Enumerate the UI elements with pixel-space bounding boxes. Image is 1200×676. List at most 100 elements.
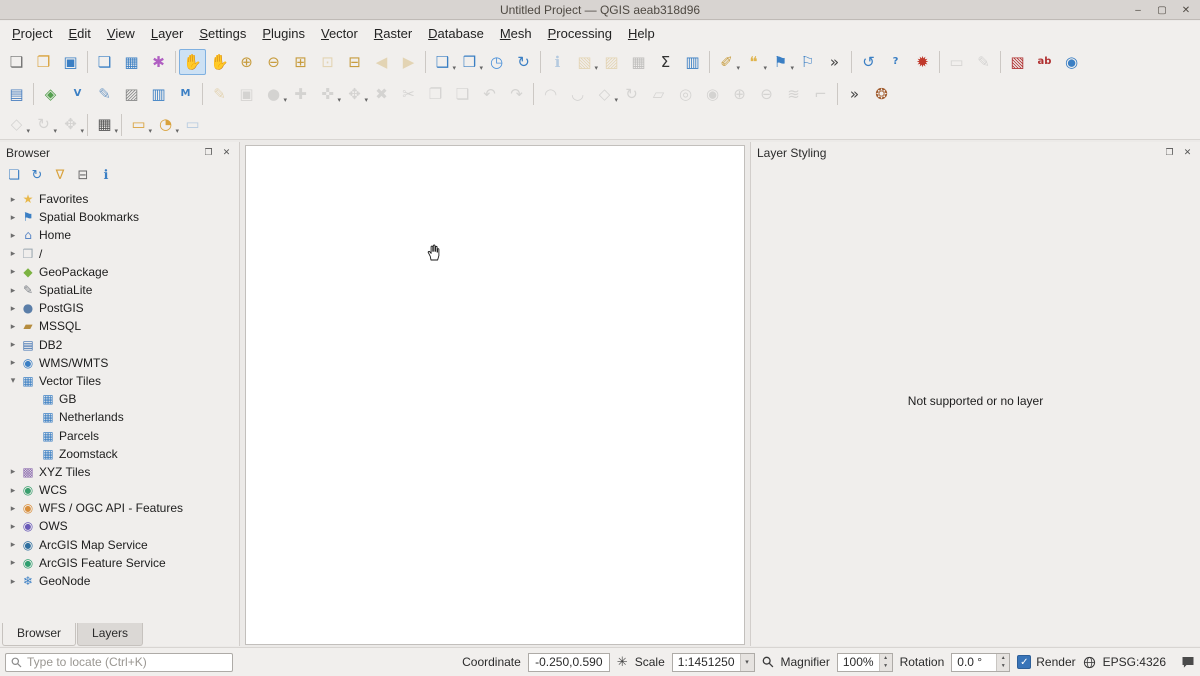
- tree-item-wms-wmts[interactable]: ▸◉WMS/WMTS: [0, 354, 239, 372]
- new-virtual-layer-button[interactable]: ▥: [145, 81, 172, 107]
- new-print-layout-button[interactable]: ❏: [91, 49, 118, 75]
- delete-part-button[interactable]: ⊖: [753, 81, 780, 107]
- zoom-full-button[interactable]: ⊞: [287, 49, 314, 75]
- layer-labeling-options-button[interactable]: ▭▾: [125, 112, 152, 138]
- render-toggle[interactable]: ✓ Render: [1017, 655, 1075, 669]
- vertex-tool-button[interactable]: ✜▾: [314, 81, 341, 107]
- tree-item-geonode[interactable]: ▸❄GeoNode: [0, 572, 239, 590]
- crs-value[interactable]: EPSG:4326: [1103, 655, 1166, 669]
- tree-item-vector-tiles[interactable]: ▾▦Vector Tiles: [0, 372, 239, 390]
- zoom-in-button[interactable]: ⊕: [233, 49, 260, 75]
- tree-item-spatial-bookmarks[interactable]: ▸⚑Spatial Bookmarks: [0, 208, 239, 226]
- annotation-tools-button[interactable]: ▭: [943, 49, 970, 75]
- move-feature-button[interactable]: ✥▾: [341, 81, 368, 107]
- help-contents-button[interactable]: ?: [882, 49, 909, 75]
- show-spatial-bookmarks-button[interactable]: ⚐: [794, 49, 821, 75]
- cut-features-button[interactable]: ✂: [395, 81, 422, 107]
- pan-map-button[interactable]: ✋: [179, 49, 206, 75]
- rotate-point-symbols-button[interactable]: ↻▾: [30, 112, 57, 138]
- expander-collapsed-icon[interactable]: ▸: [6, 248, 20, 259]
- expander-collapsed-icon[interactable]: ▸: [6, 212, 20, 223]
- measure-button[interactable]: ✐▾: [713, 49, 740, 75]
- float-panel-icon[interactable]: ❐: [202, 146, 215, 159]
- minimize-button[interactable]: –: [1132, 5, 1144, 16]
- tree-item-spatialite[interactable]: ▸✎SpatiaLite: [0, 281, 239, 299]
- zoom-next-button[interactable]: ▶: [395, 49, 422, 75]
- rotate-feature-button[interactable]: ↻: [618, 81, 645, 107]
- expander-collapsed-icon[interactable]: ▸: [6, 539, 20, 550]
- expander-collapsed-icon[interactable]: ▸: [6, 194, 20, 205]
- statistical-summary-button[interactable]: ▥: [679, 49, 706, 75]
- expander-collapsed-icon[interactable]: ▸: [6, 266, 20, 277]
- render-checkbox[interactable]: ✓: [1017, 655, 1031, 669]
- undo-button[interactable]: ↶: [476, 81, 503, 107]
- tree-item-netherlands[interactable]: ▦Netherlands: [0, 408, 239, 426]
- tree-item-[interactable]: ▸❒/: [0, 245, 239, 263]
- zoom-out-button[interactable]: ⊖: [260, 49, 287, 75]
- tree-item-xyz-tiles[interactable]: ▸▩XYZ Tiles: [0, 463, 239, 481]
- panel-tab-layers[interactable]: Layers: [77, 623, 143, 646]
- menu-item-mesh[interactable]: Mesh: [492, 23, 540, 44]
- pin-unpin-labels-button[interactable]: ▭: [179, 112, 206, 138]
- simplify-feature-button[interactable]: ▱: [645, 81, 672, 107]
- add-ring-button[interactable]: ◎: [672, 81, 699, 107]
- expander-collapsed-icon[interactable]: ▸: [6, 230, 20, 241]
- expander-collapsed-icon[interactable]: ▸: [6, 466, 20, 477]
- raster-tools-button[interactable]: ▦▾: [91, 112, 118, 138]
- new-map-view-button[interactable]: ❑▾: [429, 49, 456, 75]
- open-project-button[interactable]: ❐: [30, 49, 57, 75]
- toggle-editing-button[interactable]: ✎: [206, 81, 233, 107]
- coordinate-input[interactable]: [528, 653, 610, 672]
- expander-collapsed-icon[interactable]: ▸: [6, 557, 20, 568]
- topology-checker-button[interactable]: ▧: [1004, 49, 1031, 75]
- expander-collapsed-icon[interactable]: ▸: [6, 339, 20, 350]
- new-mesh-layer-button[interactable]: M: [172, 81, 199, 107]
- open-data-source-manager-button[interactable]: ▤: [3, 81, 30, 107]
- messages-icon[interactable]: [1181, 656, 1195, 669]
- menu-item-vector[interactable]: Vector: [313, 23, 366, 44]
- expander-collapsed-icon[interactable]: ▸: [6, 576, 20, 587]
- zoom-to-selection-button[interactable]: ⊡: [314, 49, 341, 75]
- copy-style-button[interactable]: ◇▾: [3, 112, 30, 138]
- tree-item-favorites[interactable]: ▸★Favorites: [0, 190, 239, 208]
- new-3d-map-view-button[interactable]: ❒▾: [456, 49, 483, 75]
- map-tips-button[interactable]: ❝▾: [740, 49, 767, 75]
- show-layout-manager-button[interactable]: ▦: [118, 49, 145, 75]
- tree-item-postgis[interactable]: ▸●PostGIS: [0, 299, 239, 317]
- locator-bar[interactable]: [5, 653, 233, 672]
- copy-features-button[interactable]: ❐: [422, 81, 449, 107]
- zoom-to-layer-button[interactable]: ⊟: [341, 49, 368, 75]
- offset-curve-button[interactable]: ≋: [780, 81, 807, 107]
- add-feature-button[interactable]: ✚: [287, 81, 314, 107]
- report-bug-button[interactable]: ✹: [909, 49, 936, 75]
- fill-ring-button[interactable]: ◉: [699, 81, 726, 107]
- close-button[interactable]: ✕: [1180, 5, 1192, 16]
- open-attribute-table-button[interactable]: ▦: [625, 49, 652, 75]
- new-shapefile-layer-button[interactable]: V: [64, 81, 91, 107]
- locator-input[interactable]: [27, 655, 227, 669]
- tree-item-db2[interactable]: ▸▤DB2: [0, 336, 239, 354]
- tree-item-arcgis-map-service[interactable]: ▸◉ArcGIS Map Service: [0, 536, 239, 554]
- chevron-down-icon[interactable]: ▾: [740, 654, 754, 671]
- expander-collapsed-icon[interactable]: ▸: [6, 321, 20, 332]
- layer-diagram-options-button[interactable]: ◔▾: [152, 112, 179, 138]
- metasearch-button[interactable]: ◉: [1058, 49, 1085, 75]
- trim-extend-feature-button[interactable]: ⌐: [807, 81, 834, 107]
- offset-point-symbols-button[interactable]: ✥▾: [57, 112, 84, 138]
- rotation-spinbox[interactable]: 0.0 ° ▲▼: [951, 653, 1010, 672]
- tree-item-arcgis-feature-service[interactable]: ▸◉ArcGIS Feature Service: [0, 554, 239, 572]
- refresh-browser-button[interactable]: ↻: [26, 164, 48, 186]
- menu-item-settings[interactable]: Settings: [191, 23, 254, 44]
- map-canvas[interactable]: [245, 145, 745, 645]
- redo-button[interactable]: ↷: [503, 81, 530, 107]
- menu-item-plugins[interactable]: Plugins: [254, 23, 313, 44]
- spin-down-icon[interactable]: ▼: [880, 662, 892, 671]
- tree-item-ows[interactable]: ▸◉OWS: [0, 517, 239, 535]
- delete-selected-button[interactable]: ✖: [368, 81, 395, 107]
- zoom-last-button[interactable]: ◀: [368, 49, 395, 75]
- data-refresh-button[interactable]: ↺: [855, 49, 882, 75]
- spin-down-icon[interactable]: ▼: [997, 662, 1009, 671]
- tree-item-mssql[interactable]: ▸▰MSSQL: [0, 317, 239, 335]
- expander-collapsed-icon[interactable]: ▸: [6, 503, 20, 514]
- close-panel-icon[interactable]: ✕: [220, 146, 233, 159]
